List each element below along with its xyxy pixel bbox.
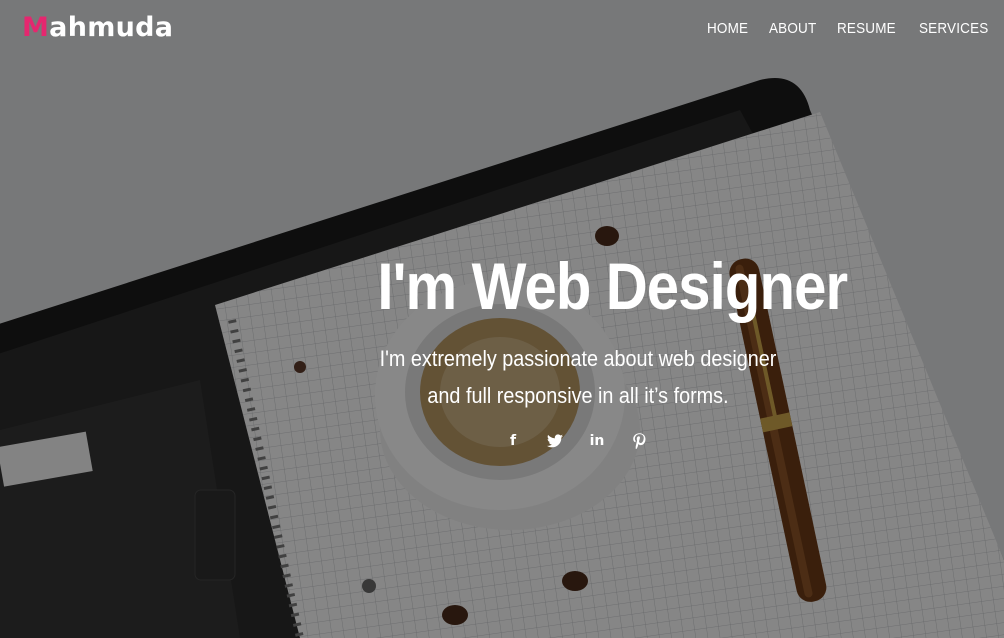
logo-accent-letter: M [22, 12, 50, 43]
nav-item-services[interactable]: SERVICES [919, 20, 988, 37]
hero-tagline-line-2: and full responsive in all it’s forms. [427, 383, 729, 408]
facebook-icon[interactable]: f [504, 432, 522, 450]
social-links: f in [348, 432, 804, 450]
hero-title: I'm Web Designer [377, 249, 848, 323]
twitter-icon[interactable] [546, 432, 564, 450]
linkedin-icon[interactable]: in [588, 432, 606, 450]
pinterest-icon-svg [632, 433, 645, 449]
hero-tagline-line-1: I'm extremely passionate about web desig… [379, 346, 777, 371]
hero-tagline: I'm extremely passionate about web desig… [373, 340, 783, 414]
site-logo[interactable]: Mahmuda [22, 12, 173, 43]
nav-item-home[interactable]: HOME [707, 20, 748, 37]
hero-section: Mahmuda HOME ABOUT RESUME SERVICES I'm W… [0, 0, 1004, 638]
nav-item-about[interactable]: ABOUT [769, 20, 816, 37]
twitter-icon-svg [547, 434, 563, 448]
logo-text: ahmuda [49, 12, 174, 43]
pinterest-icon[interactable] [630, 432, 648, 450]
hero-content: I'm Web Designer I'm extremely passionat… [348, 249, 848, 450]
main-navigation: HOME ABOUT RESUME SERVICES [707, 20, 996, 37]
nav-item-resume[interactable]: RESUME [837, 20, 896, 37]
